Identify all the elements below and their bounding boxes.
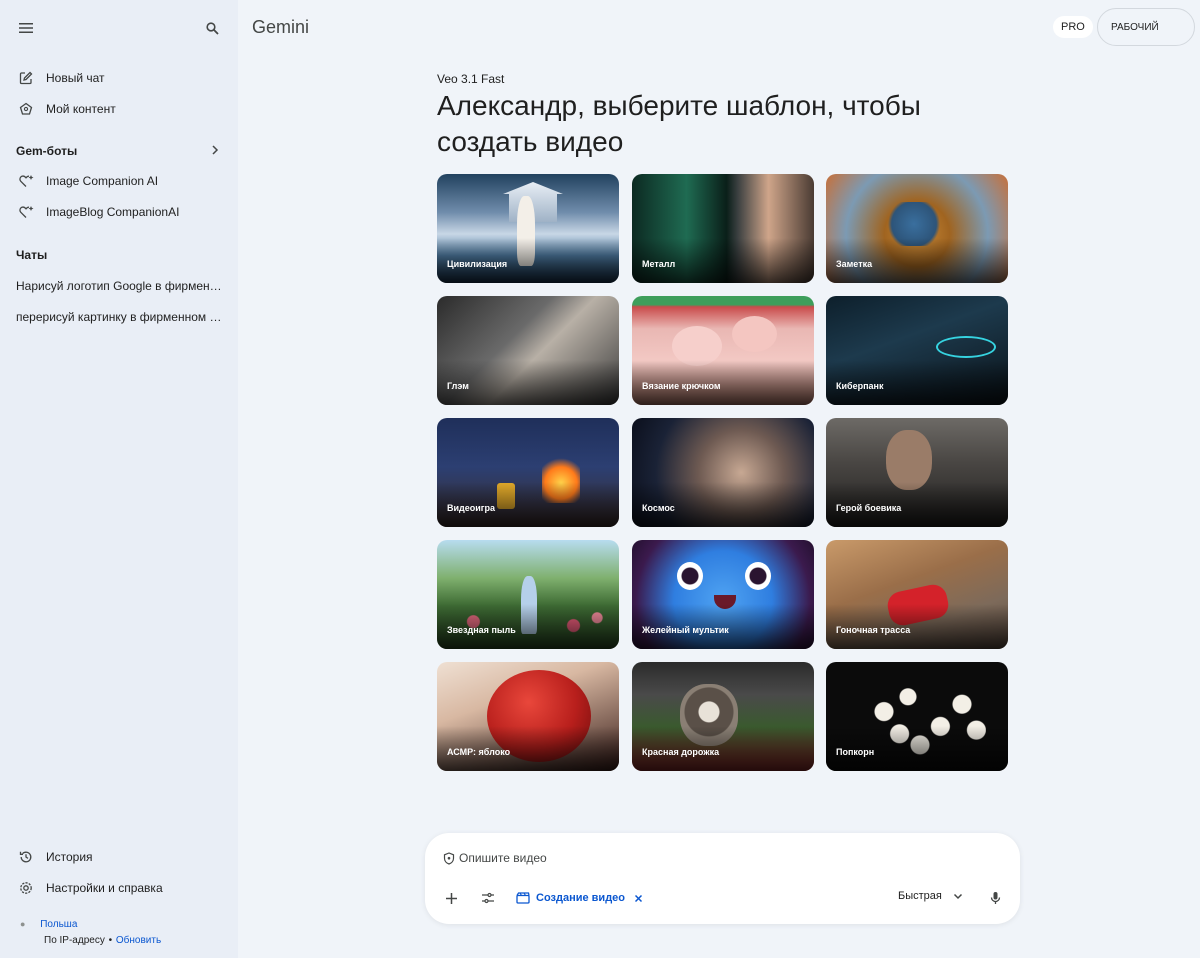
hero-face-shape bbox=[886, 430, 932, 490]
template-label: Металл bbox=[642, 259, 676, 269]
edit-icon bbox=[19, 71, 33, 85]
clapperboard-icon bbox=[516, 892, 530, 904]
close-icon[interactable] bbox=[634, 894, 643, 903]
search-icon bbox=[205, 21, 219, 35]
pro-badge: PRO bbox=[1053, 16, 1093, 38]
mic-button[interactable] bbox=[980, 883, 1010, 913]
page-title: Александр, выберите шаблон, чтобы создат… bbox=[437, 90, 921, 157]
template-tile-red-carpet[interactable]: Красная дорожка bbox=[632, 662, 814, 771]
gem-icon bbox=[18, 206, 33, 218]
template-label: Заметка bbox=[836, 259, 873, 269]
template-label: АСМР: яблоко bbox=[447, 747, 511, 757]
template-tile-metal[interactable]: Металл bbox=[632, 174, 814, 283]
settings-label: Настройки и справка bbox=[46, 881, 163, 895]
template-tile-cyberpunk[interactable]: Киберпанк bbox=[826, 296, 1008, 405]
template-tile-asmr-apple[interactable]: АСМР: яблоко bbox=[437, 662, 619, 771]
pig-shape bbox=[732, 316, 777, 352]
new-chat-item[interactable]: Новый чат bbox=[0, 63, 238, 93]
sidebar: Новый чат Мой контент Gem-боты Image Com… bbox=[0, 0, 238, 958]
menu-button[interactable] bbox=[11, 13, 41, 43]
gems-section-title: Gem-боты bbox=[16, 144, 78, 158]
add-button[interactable] bbox=[436, 883, 466, 913]
template-label: Вязание крючком bbox=[642, 381, 721, 391]
location-country: Польша bbox=[40, 919, 78, 930]
eye-shape bbox=[677, 562, 703, 590]
template-label: Желейный мультик bbox=[642, 625, 729, 635]
location-ip-row: По IP-адресу • Обновить bbox=[44, 935, 161, 946]
gem-item[interactable]: Image Companion AI bbox=[0, 166, 238, 196]
template-tile-jelly-cartoon[interactable]: Желейный мультик bbox=[632, 540, 814, 649]
mic-icon bbox=[990, 892, 1000, 904]
location-dot: ● bbox=[20, 919, 26, 929]
location-separator: • bbox=[108, 935, 113, 946]
plus-icon bbox=[445, 892, 457, 904]
settings-item[interactable]: Настройки и справка bbox=[0, 873, 238, 903]
template-label: Космос bbox=[642, 503, 675, 513]
main-area: Gemini PRO РАБОЧИЙ Veo 3.1 Fast Александ… bbox=[238, 0, 1200, 958]
template-tile-civilization[interactable]: Цивилизация bbox=[437, 174, 619, 283]
shield-icon bbox=[443, 852, 455, 865]
chat-item[interactable]: Нарисуй логотип Google в фирменн... bbox=[16, 279, 222, 293]
template-label: Звездная пыль bbox=[447, 625, 516, 635]
template-tile-videogame[interactable]: Видеоигра bbox=[437, 418, 619, 527]
video-creation-chip[interactable]: Создание видео bbox=[516, 889, 643, 907]
location-country-row: ● Польша bbox=[20, 919, 77, 930]
template-label: Видеоигра bbox=[447, 503, 496, 513]
template-tile-stardust[interactable]: Звездная пыль bbox=[437, 540, 619, 649]
gem-content-icon bbox=[19, 102, 33, 115]
workspace-button[interactable]: РАБОЧИЙ bbox=[1097, 8, 1195, 46]
chat-item[interactable]: перерисуй картинку в фирменном с... bbox=[16, 310, 222, 324]
chevron-down-icon bbox=[953, 893, 962, 899]
model-label: Veo 3.1 Fast bbox=[437, 72, 505, 86]
gems-expand-button[interactable] bbox=[200, 135, 230, 165]
gem-label: Image Companion AI bbox=[46, 174, 159, 188]
chats-section-title: Чаты bbox=[16, 248, 48, 262]
eye-shape bbox=[745, 562, 771, 590]
template-label: Герой боевика bbox=[836, 503, 902, 513]
template-label: Попкорн bbox=[836, 747, 875, 757]
video-creation-label: Создание видео bbox=[536, 892, 626, 904]
history-item[interactable]: История bbox=[0, 842, 238, 872]
template-label: Глэм bbox=[447, 381, 469, 391]
template-tile-action-hero[interactable]: Герой боевика bbox=[826, 418, 1008, 527]
my-content-label: Мой контент bbox=[46, 102, 116, 116]
template-tile-crochet[interactable]: Вязание крючком bbox=[632, 296, 814, 405]
gem-icon bbox=[18, 175, 33, 187]
gem-item[interactable]: ImageBlog CompanionAI bbox=[0, 197, 238, 227]
template-tile-note[interactable]: Заметка bbox=[826, 174, 1008, 283]
new-chat-label: Новый чат bbox=[46, 71, 105, 85]
template-tile-glam[interactable]: Глэм bbox=[437, 296, 619, 405]
template-label: Красная дорожка bbox=[642, 747, 720, 757]
settings-icon bbox=[20, 882, 32, 894]
speed-label: Быстрая bbox=[898, 890, 942, 902]
my-content-item[interactable]: Мой контент bbox=[0, 94, 238, 124]
template-tile-space[interactable]: Космос bbox=[632, 418, 814, 527]
speed-dropdown[interactable]: Быстрая bbox=[898, 890, 963, 902]
tune-icon bbox=[482, 892, 494, 904]
history-label: История bbox=[46, 850, 93, 864]
template-tile-popcorn[interactable]: Попкорн bbox=[826, 662, 1008, 771]
template-label: Киберпанк bbox=[836, 381, 884, 391]
history-icon bbox=[19, 851, 32, 863]
location-update-link[interactable]: Обновить bbox=[116, 935, 161, 946]
prompt-composer: Опишите видео Создание видео Быстрая bbox=[425, 833, 1020, 924]
neon-light-shape bbox=[936, 336, 996, 358]
template-tile-race-track[interactable]: Гоночная трасса bbox=[826, 540, 1008, 649]
gem-label: ImageBlog CompanionAI bbox=[46, 205, 180, 219]
template-label: Цивилизация bbox=[447, 259, 508, 269]
location-by-ip: По IP-адресу bbox=[44, 935, 105, 946]
app-title[interactable]: Gemini bbox=[252, 17, 309, 38]
template-label: Гоночная трасса bbox=[836, 625, 911, 635]
menu-icon bbox=[19, 23, 33, 33]
chevron-right-icon bbox=[212, 145, 219, 155]
prompt-input[interactable]: Опишите видео bbox=[459, 851, 547, 865]
tools-button[interactable] bbox=[473, 883, 503, 913]
search-button[interactable] bbox=[197, 13, 227, 43]
